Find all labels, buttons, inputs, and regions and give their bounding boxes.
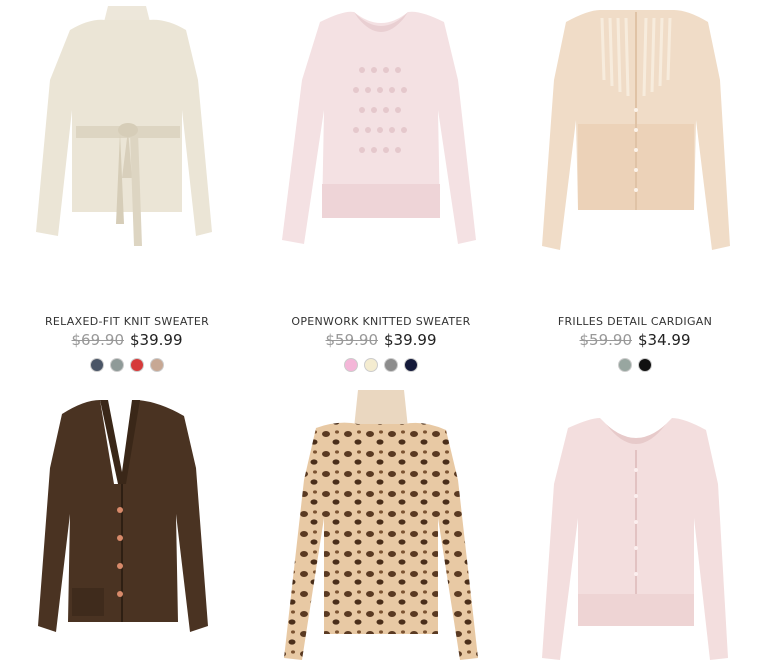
product-card[interactable]: RELAXED-FIT KNIT SWEATER $69.90 $39.99 <box>0 0 254 372</box>
product-name[interactable]: FRILLES DETAIL CARDIGAN <box>508 315 762 328</box>
product-image[interactable] <box>0 388 254 670</box>
sale-price: $34.99 <box>638 331 691 349</box>
price-block: $59.90 $39.99 <box>254 331 508 349</box>
original-price: $59.90 <box>325 331 379 349</box>
price-block: $69.90 $39.99 <box>0 331 254 349</box>
product-image[interactable] <box>508 0 762 300</box>
product-card[interactable]: OPENWORK KNITTED SWEATER $59.90 $39.99 <box>254 0 508 372</box>
product-card[interactable] <box>0 388 254 670</box>
product-image[interactable] <box>254 388 508 670</box>
color-swatch[interactable] <box>404 358 418 372</box>
color-swatches <box>254 358 508 372</box>
product-card[interactable] <box>254 388 508 670</box>
color-swatch[interactable] <box>384 358 398 372</box>
price-block: $59.90 $34.99 <box>508 331 762 349</box>
color-swatch[interactable] <box>618 358 632 372</box>
product-card[interactable]: FRILLES DETAIL CARDIGAN $59.90 $34.99 <box>508 0 762 372</box>
color-swatches <box>508 358 762 372</box>
color-swatch[interactable] <box>638 358 652 372</box>
product-image[interactable] <box>508 388 762 670</box>
color-swatches <box>0 358 254 372</box>
sale-price: $39.99 <box>130 331 183 349</box>
color-swatch[interactable] <box>110 358 124 372</box>
original-price: $69.90 <box>71 331 125 349</box>
product-card[interactable] <box>508 388 762 670</box>
original-price: $59.90 <box>579 331 633 349</box>
sale-price: $39.99 <box>384 331 437 349</box>
color-swatch[interactable] <box>130 358 144 372</box>
product-name[interactable]: OPENWORK KNITTED SWEATER <box>254 315 508 328</box>
product-image[interactable] <box>0 0 254 300</box>
product-name[interactable]: RELAXED-FIT KNIT SWEATER <box>0 315 254 328</box>
color-swatch[interactable] <box>344 358 358 372</box>
color-swatch[interactable] <box>150 358 164 372</box>
color-swatch[interactable] <box>90 358 104 372</box>
product-image[interactable] <box>254 0 508 300</box>
color-swatch[interactable] <box>364 358 378 372</box>
